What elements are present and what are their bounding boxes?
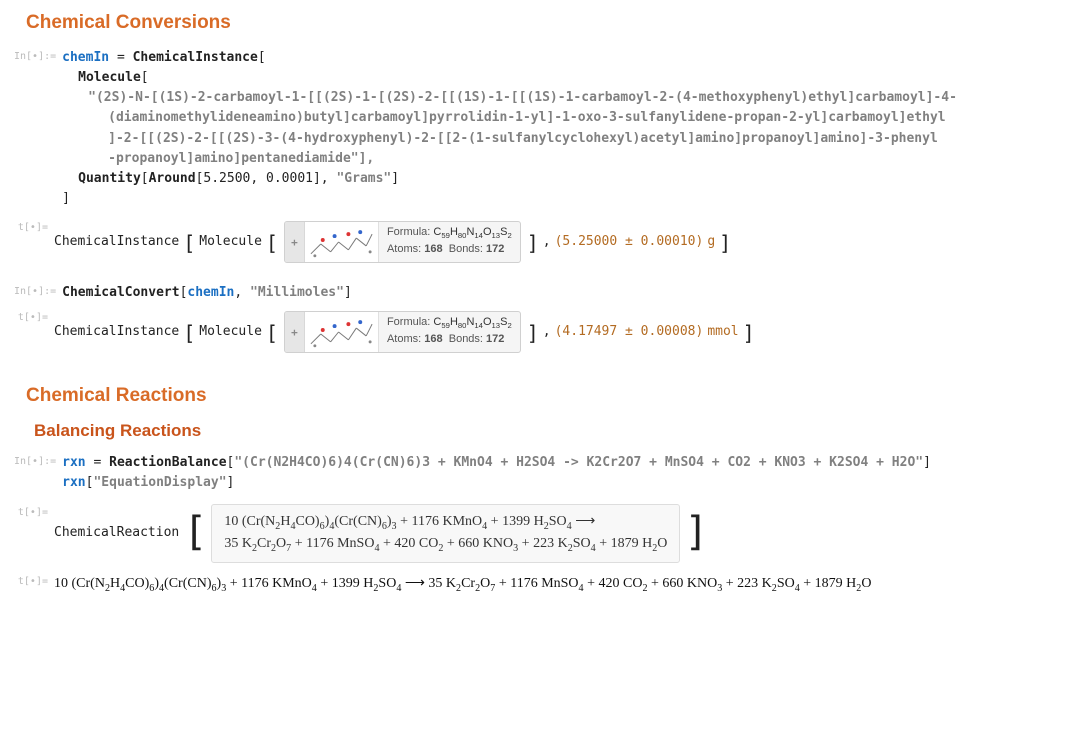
molecule-structure-thumbnail <box>305 312 379 352</box>
formula-label: Formula: <box>387 316 430 328</box>
out-Molecule: Molecule <box>199 322 262 342</box>
cell-label-in: In[•]:= <box>14 453 62 468</box>
comma: , <box>543 322 551 342</box>
cell-body: ChemicalInstance[Molecule[ + Formula: C5… <box>54 219 1066 265</box>
atoms-count: 168 <box>424 333 442 345</box>
quantity-unit: mmol <box>707 322 738 342</box>
output-cell-4: t[•]= 10 (Cr(N2H4CO)6)4(Cr(CN)6)3 + 1176… <box>14 573 1066 596</box>
input-cell-2[interactable]: In[•]:= ChemicalConvert[chemIn, "Millimo… <box>14 283 1066 303</box>
out-ChemicalInstance: ChemicalInstance <box>54 322 179 342</box>
expand-icon[interactable]: + <box>285 312 305 352</box>
output-cell-3: t[•]= ChemicalReaction[ 10 (Cr(N2H4CO)6)… <box>14 504 1066 564</box>
equals: = <box>86 455 109 470</box>
output-cell-2: t[•]= ChemicalInstance[Molecule[ + Formu… <box>14 309 1066 355</box>
formula-label: Formula: <box>387 226 430 238</box>
bracket-close: ] <box>344 285 352 300</box>
molecule-summary-box[interactable]: + Formula: C59H80N14O13S2 Atoms: 168 Bon… <box>284 311 521 353</box>
out-Molecule: Molecule <box>199 232 262 252</box>
iupac-line3: ]-2-[[(2S)-2-[[(2S)-3-(4-hydroxyphenyl)-… <box>108 131 938 146</box>
comma: , <box>234 285 250 300</box>
bracket-close: ] <box>923 455 931 470</box>
out-ChemicalReaction: ChemicalReaction <box>54 523 179 543</box>
input-cell-3[interactable]: In[•]:= rxn = ReactionBalance["(Cr(N2H4C… <box>14 453 1066 493</box>
quantity-value: (4.17497 ± 0.00008) <box>555 322 704 342</box>
atoms-label: Atoms: <box>387 333 421 345</box>
subsection-balancing-reactions: Balancing Reactions <box>34 421 1066 441</box>
bracket-open: [ <box>141 70 149 85</box>
out-ChemicalInstance: ChemicalInstance <box>54 232 179 252</box>
equation-display: 10 (Cr(N2H4CO)6)4(Cr(CN)6)3 + 1176 KMnO4… <box>54 573 1066 596</box>
unit-string: "Millimoles" <box>250 285 344 300</box>
unit-string: "Grams" <box>336 171 391 186</box>
bracket-close: ] <box>391 171 399 186</box>
equals: = <box>109 50 132 65</box>
input-cell-1[interactable]: In[•]:= chemIn = ChemicalInstance[ Molec… <box>14 48 1066 209</box>
cell-label-out: t[•]= <box>14 309 54 324</box>
fn-Molecule: Molecule <box>78 70 141 85</box>
atoms-label: Atoms: <box>387 243 421 255</box>
molecule-summary-box[interactable]: + Formula: C59H80N14O13S2 Atoms: 168 Bon… <box>284 221 521 263</box>
balanced-equation-line1: 10 (Cr(N2H4CO)6)4(Cr(CN)6)3 + 1176 KMnO4… <box>224 511 667 534</box>
iupac-line2: (diaminomethylideneamino)butyl]carbamoyl… <box>108 110 945 125</box>
fn-ReactionBalance: ReactionBalance <box>109 455 226 470</box>
prop-string: "EquationDisplay" <box>93 475 226 490</box>
quantity-unit: g <box>707 232 715 252</box>
fn-Quantity: Quantity <box>78 171 141 186</box>
molecular-formula: C59H80N14O13S2 <box>433 226 511 238</box>
cell-body: ChemicalReaction[ 10 (Cr(N2H4CO)6)4(Cr(C… <box>54 504 1066 564</box>
cell-label-in: In[•]:= <box>14 283 62 298</box>
iupac-line4: -propanoyl]amino]pentanediamide"], <box>108 151 374 166</box>
bracket-close: ] <box>62 191 70 206</box>
expand-icon[interactable]: + <box>285 222 305 262</box>
cell-label-out: t[•]= <box>14 504 54 519</box>
molecule-structure-thumbnail <box>305 222 379 262</box>
cell-label-out: t[•]= <box>14 573 54 588</box>
iupac-line1: "(2S)-N-[(1S)-2-carbamoyl-1-[[(2S)-1-[(2… <box>88 90 957 105</box>
reaction-string: "(Cr(N2H4CO)6)4(Cr(CN)6)3 + KMnO4 + H2SO… <box>234 455 923 470</box>
bonds-count: 172 <box>486 243 504 255</box>
section-chemical-conversions: Chemical Conversions <box>26 12 1066 34</box>
bracket-close: ] <box>227 475 235 490</box>
molecule-meta: Formula: C59H80N14O13S2 Atoms: 168 Bonds… <box>379 312 520 352</box>
bonds-count: 172 <box>486 333 504 345</box>
bonds-label: Bonds: <box>449 333 483 345</box>
fn-ChemicalConvert: ChemicalConvert <box>62 285 179 300</box>
fn-ChemicalInstance: ChemicalInstance <box>133 50 258 65</box>
molecular-formula: C59H80N14O13S2 <box>433 316 511 328</box>
symbol-chemIn: chemIn <box>62 50 109 65</box>
output-cell-1: t[•]= ChemicalInstance[Molecule[ + Formu… <box>14 219 1066 265</box>
cell-label-out: t[•]= <box>14 219 54 234</box>
cell-body: rxn = ReactionBalance["(Cr(N2H4CO)6)4(Cr… <box>62 453 1066 493</box>
section-chemical-reactions: Chemical Reactions <box>26 385 1066 407</box>
symbol-rxn: rxn <box>62 475 85 490</box>
comma: , <box>543 232 551 252</box>
around-args: [5.2500, 0.0001], <box>196 171 337 186</box>
bonds-label: Bonds: <box>449 243 483 255</box>
cell-label-in: In[•]:= <box>14 48 62 63</box>
cell-body: ChemicalConvert[chemIn, "Millimoles"] <box>62 283 1066 303</box>
symbol-chemIn: chemIn <box>187 285 234 300</box>
bracket-open: [ <box>141 171 149 186</box>
balanced-equation-line2: 35 K2Cr2O7 + 1176 MnSO4 + 420 CO2 + 660 … <box>224 533 667 556</box>
reaction-summary-box[interactable]: 10 (Cr(N2H4CO)6)4(Cr(CN)6)3 + 1176 KMnO4… <box>211 504 680 564</box>
cell-body: chemIn = ChemicalInstance[ Molecule[ "(2… <box>62 48 1066 209</box>
fn-Around: Around <box>149 171 196 186</box>
symbol-rxn: rxn <box>62 455 85 470</box>
cell-body: ChemicalInstance[Molecule[ + Formula: C5… <box>54 309 1066 355</box>
molecule-meta: Formula: C59H80N14O13S2 Atoms: 168 Bonds… <box>379 222 520 262</box>
atoms-count: 168 <box>424 243 442 255</box>
bracket-open: [ <box>258 50 266 65</box>
quantity-value: (5.25000 ± 0.00010) <box>555 232 704 252</box>
